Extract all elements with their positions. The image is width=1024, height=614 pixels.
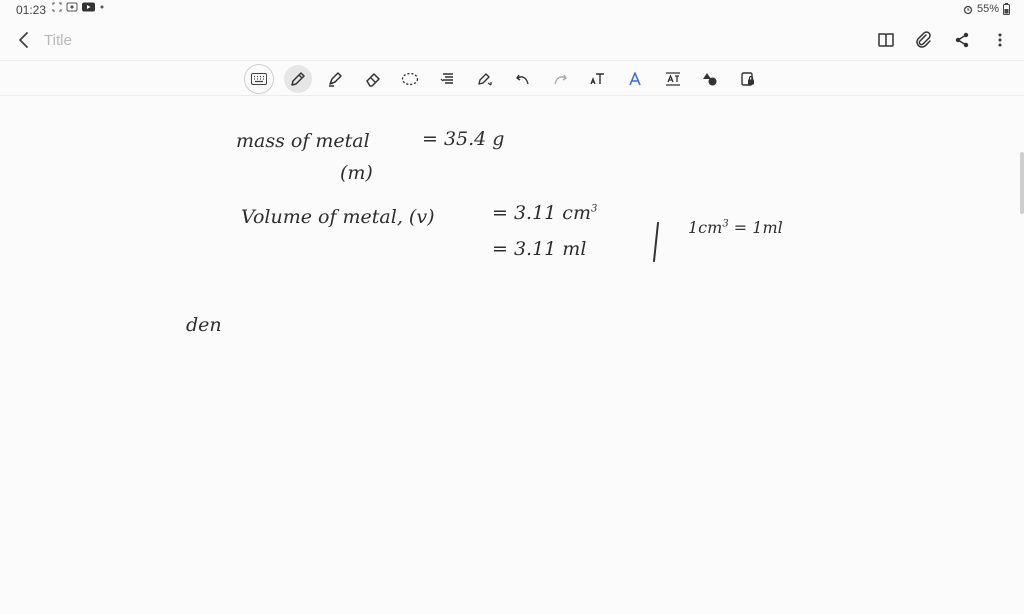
lasso-tool-button[interactable] xyxy=(396,65,424,93)
lock-tool-button[interactable] xyxy=(734,65,762,93)
keyboard-icon xyxy=(251,73,267,85)
handwriting-volume-ml: = 3.11 ml xyxy=(492,238,587,260)
chevron-left-icon xyxy=(19,32,28,48)
shapes-icon xyxy=(703,73,717,86)
handwriting-partial-density: den xyxy=(186,314,222,336)
highlighter-icon xyxy=(329,72,342,87)
handwriting-volume-value: = 3.11 cm3 xyxy=(492,202,598,224)
status-time: 01:23 xyxy=(16,3,47,17)
font-icon xyxy=(629,72,641,86)
status-bar: 01:23 55% xyxy=(0,0,1024,20)
eraser-tool-button[interactable] xyxy=(359,65,387,93)
battery-icon xyxy=(1003,3,1010,15)
handwriting-mass-label: mass of metal xyxy=(236,130,370,152)
handwriting-mass-value: = 35.4 g xyxy=(422,128,505,150)
more-button[interactable] xyxy=(990,30,1010,50)
lock-icon xyxy=(740,72,754,86)
drawing-toolbar-bar xyxy=(0,60,1024,96)
text-format-tool-button[interactable] xyxy=(659,65,687,93)
highlighter-tool-button[interactable] xyxy=(321,65,349,93)
note-title-input[interactable]: Title xyxy=(44,32,72,49)
app-bar-actions xyxy=(876,30,1010,50)
font-tool-button[interactable] xyxy=(621,65,649,93)
youtube-icon xyxy=(82,2,95,12)
text-insert-tool-button[interactable] xyxy=(584,65,612,93)
screenshot-icon xyxy=(52,2,62,12)
text-align-tool-button[interactable] xyxy=(434,65,462,93)
redo-button[interactable] xyxy=(546,65,574,93)
status-notification-icons xyxy=(52,2,105,12)
share-icon xyxy=(955,32,969,48)
pen-tool-button[interactable] xyxy=(283,65,312,93)
handwriting-volume-label: Volume of metal, (v) xyxy=(241,206,435,228)
drawing-toolbar xyxy=(244,64,771,94)
screen-record-icon xyxy=(66,2,78,12)
book-icon xyxy=(878,33,894,47)
undo-button[interactable] xyxy=(509,65,537,93)
keyboard-button[interactable] xyxy=(244,64,274,94)
paperclip-icon xyxy=(916,31,931,48)
app-bar: Title xyxy=(0,22,1024,58)
share-button[interactable] xyxy=(952,30,972,50)
shapes-tool-button[interactable] xyxy=(696,65,724,93)
shape-pen-icon xyxy=(478,73,492,86)
alarm-icon xyxy=(963,5,973,14)
handwriting-conversion-note: 1cm3 = 1ml xyxy=(688,218,783,237)
more-vertical-icon xyxy=(998,33,1002,47)
redo-icon xyxy=(554,74,567,85)
pen-icon xyxy=(290,72,305,86)
shape-pen-tool-button[interactable] xyxy=(471,65,499,93)
undo-icon xyxy=(515,74,529,85)
status-right: 55% xyxy=(963,3,1010,15)
text-align-icon xyxy=(440,73,453,84)
back-button[interactable] xyxy=(14,30,34,50)
battery-percent: 55% xyxy=(976,3,999,15)
book-view-button[interactable] xyxy=(876,30,896,50)
text-insert-icon xyxy=(589,73,604,85)
lasso-icon xyxy=(401,72,419,86)
note-canvas[interactable]: mass of metal = 35.4 g (m) Volume of met… xyxy=(0,96,1024,614)
notification-dot-icon xyxy=(100,5,104,9)
handwriting-mass-symbol: (m) xyxy=(340,162,373,184)
attach-button[interactable] xyxy=(914,30,934,50)
eraser-icon xyxy=(365,73,380,87)
text-format-icon xyxy=(665,72,680,86)
